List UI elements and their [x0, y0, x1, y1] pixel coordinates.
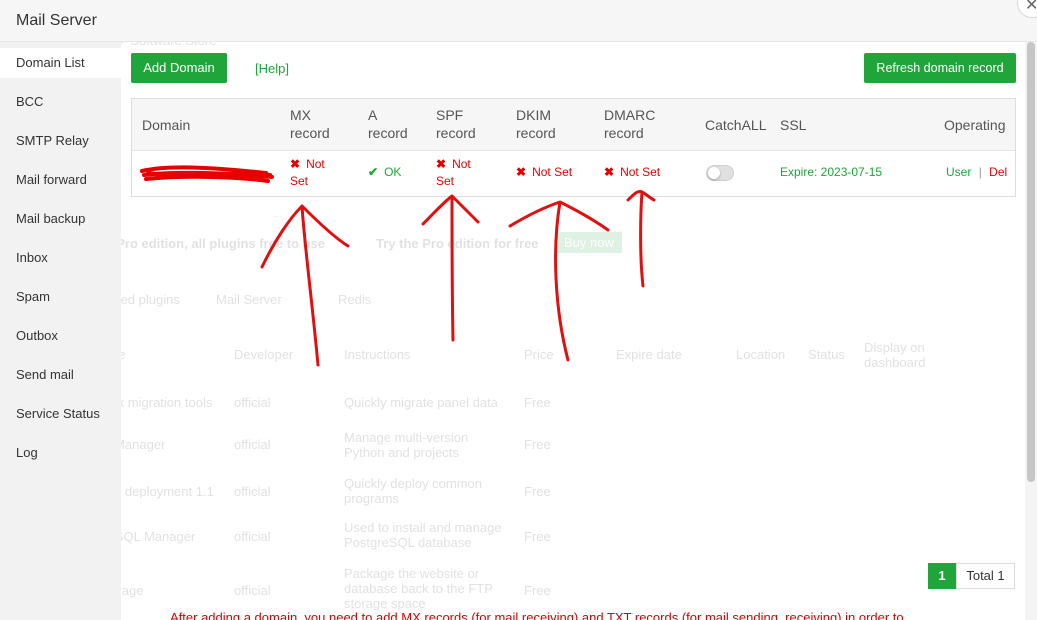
col-spf-line-2: record	[436, 125, 476, 141]
col-mx-line-1: MX	[290, 107, 311, 123]
spf-status-line-2: Set	[436, 174, 455, 188]
op-separator: |	[978, 165, 982, 179]
sidebar-item-service-status[interactable]: Service Status	[0, 399, 121, 429]
cross-icon: ✖	[290, 157, 301, 171]
sidebar-item-domain-list[interactable]: Domain List	[0, 48, 121, 78]
dialog-title-bar: Mail Server	[0, 0, 1037, 42]
spf-record-status: ✖ Not Set	[436, 156, 471, 190]
page-1-button[interactable]: 1	[928, 563, 956, 589]
col-dmarc-line-2: record	[604, 125, 644, 141]
user-link[interactable]: User	[946, 165, 971, 179]
col-dkim-line-2: record	[516, 125, 556, 141]
refresh-domain-record-button[interactable]: Refresh domain record	[864, 53, 1016, 83]
col-spf: SPF record	[436, 106, 476, 142]
dmarc-record-status: ✖ Not Set	[604, 164, 660, 181]
a-status-text: OK	[384, 165, 402, 179]
spf-status-line-1: Not	[452, 157, 471, 171]
a-record-status: ✔ OK	[368, 164, 401, 181]
col-a-line-1: A	[368, 107, 378, 123]
dkim-status-text: Not Set	[532, 165, 573, 179]
cross-icon: ✖	[516, 165, 527, 179]
col-dmarc-line-1: DMARC	[604, 107, 656, 123]
table-row: ✖ Not Set ✔ OK ✖ Not Set ✖ Not Set ✖ Not Set	[132, 151, 1015, 196]
cross-icon: ✖	[604, 165, 615, 179]
sidebar-item-inbox[interactable]: Inbox	[0, 243, 121, 273]
pagination-total: Total 1	[956, 563, 1015, 589]
sidebar-item-spam[interactable]: Spam	[0, 282, 121, 312]
col-mx: MX record	[290, 106, 330, 142]
add-domain-button[interactable]: Add Domain	[131, 53, 227, 83]
sidebar-item-send-mail[interactable]: Send mail	[0, 360, 121, 390]
sidebar-item-smtp-relay[interactable]: SMTP Relay	[0, 126, 121, 156]
help-link[interactable]: [Help]	[255, 61, 289, 76]
dialog-title: Mail Server	[16, 12, 97, 29]
cross-icon: ✖	[436, 157, 447, 171]
sidebar-item-outbox[interactable]: Outbox	[0, 321, 121, 351]
delete-link[interactable]: Del	[989, 165, 1007, 179]
dmarc-status-text: Not Set	[620, 165, 661, 179]
domain-table: Domain MX record A record SPF record DKI…	[131, 98, 1016, 197]
ssl-expire: Expire: 2023-07-15	[780, 165, 883, 179]
col-mx-line-2: record	[290, 125, 330, 141]
scrollbar-thumb[interactable]	[1027, 42, 1035, 482]
sidebar: Domain List BCC SMTP Relay Mail forward …	[0, 42, 121, 620]
sidebar-item-bcc[interactable]: BCC	[0, 87, 121, 117]
sidebar-item-mail-forward[interactable]: Mail forward	[0, 165, 121, 195]
col-a: A record	[368, 106, 408, 142]
col-spf-line-1: SPF	[436, 107, 464, 123]
col-dkim-line-1: DKIM	[516, 107, 551, 123]
dkim-record-status: ✖ Not Set	[516, 164, 572, 181]
catchall-toggle-switch[interactable]	[706, 165, 734, 181]
domain-list-panel: Add Domain [Help] Refresh domain record …	[121, 42, 1025, 620]
mx-status-line-2: Set	[290, 174, 309, 188]
col-a-line-2: record	[368, 125, 408, 141]
row-operations: User | Del	[946, 164, 1007, 181]
mx-status-line-1: Not	[306, 157, 325, 171]
sidebar-item-mail-backup[interactable]: Mail backup	[0, 204, 121, 234]
mx-record-status: ✖ Not Set	[290, 156, 325, 190]
col-dmarc: DMARC record	[604, 106, 655, 142]
col-ssl: SSL	[780, 117, 807, 133]
toggle-knob	[708, 167, 720, 179]
table-header: Domain MX record A record SPF record DKI…	[132, 99, 1015, 151]
bottom-note: After adding a domain, you need to add M…	[170, 610, 904, 620]
sidebar-item-log[interactable]: Log	[0, 438, 121, 468]
col-operating: Operating	[944, 117, 1006, 133]
col-dkim: DKIM record	[516, 106, 556, 142]
col-catchall: CatchALL	[705, 117, 767, 133]
mail-server-dialog: Mail Server ✕ Domain List BCC SMTP Relay…	[0, 0, 1037, 620]
check-icon: ✔	[368, 165, 379, 179]
col-domain: Domain	[142, 117, 191, 133]
redacted-domain-scribble	[140, 165, 274, 183]
scrollbar[interactable]	[1025, 42, 1037, 620]
